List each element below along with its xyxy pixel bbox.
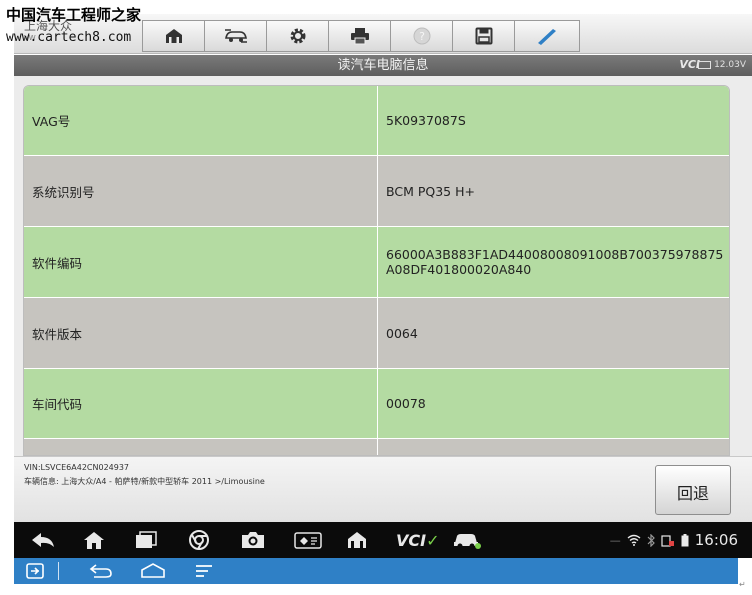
vci-icon: VCI✓ bbox=[396, 530, 440, 550]
nav-home-button[interactable] bbox=[82, 529, 106, 551]
autel-home-app[interactable] bbox=[346, 529, 368, 551]
settings-button[interactable] bbox=[266, 20, 328, 52]
car-app[interactable] bbox=[452, 529, 482, 551]
back-icon bbox=[89, 564, 112, 578]
help-button[interactable]: ? bbox=[390, 20, 452, 52]
row-key: 车间代码 bbox=[24, 369, 378, 438]
menu-icon bbox=[196, 565, 212, 577]
car-icon bbox=[454, 534, 481, 549]
row-value: 0064 bbox=[378, 298, 729, 368]
battery-icon bbox=[681, 533, 689, 546]
home-outline-icon bbox=[141, 563, 165, 578]
voltage-value: 12.03V bbox=[714, 60, 746, 70]
watermark-site-name: 中国汽车工程师之家 bbox=[6, 6, 142, 24]
signal-icon bbox=[661, 534, 674, 547]
nav-recent-button[interactable] bbox=[134, 529, 158, 551]
system-bar bbox=[14, 558, 738, 584]
camera-app[interactable] bbox=[240, 529, 266, 551]
row-value: BCM PQ35 H+ bbox=[378, 156, 729, 226]
vehicle-info-panel: VIN:LSVCE6A42CN024937 车辆信息: 上海大众/A4 - 帕萨… bbox=[14, 456, 752, 522]
home-icon bbox=[84, 532, 104, 549]
vehicle-scan-app[interactable] bbox=[294, 529, 322, 551]
back-button[interactable]: 回退 bbox=[655, 465, 731, 515]
android-nav-bar: VCI✓ — 16:06 bbox=[14, 522, 752, 558]
separator bbox=[58, 562, 59, 580]
gear-icon bbox=[290, 28, 305, 44]
vci-status-badge: VCI bbox=[679, 58, 700, 72]
paragraph-mark: ↵ bbox=[739, 580, 746, 589]
vehicle-swap-button[interactable] bbox=[204, 20, 266, 52]
vci-label: VCI bbox=[679, 58, 700, 71]
vehicle-scan-icon bbox=[294, 532, 322, 549]
row-value: 00078 bbox=[378, 369, 729, 438]
pen-icon bbox=[538, 29, 556, 45]
save-icon bbox=[475, 27, 492, 45]
nav-back-button[interactable] bbox=[30, 529, 56, 551]
save-button[interactable] bbox=[452, 20, 514, 52]
table-row: 车间代码 00078 bbox=[24, 369, 729, 439]
vehicle-info-text: 车辆信息: 上海大众/A4 - 帕萨特/新款中型轿车 2011 >/Limous… bbox=[24, 477, 265, 486]
print-button[interactable] bbox=[328, 20, 390, 52]
row-key: 软件版本 bbox=[24, 298, 378, 368]
table-row: VAG号 5K0937087S bbox=[24, 86, 729, 156]
title-bar: 读汽车电脑信息 VCI 12.03V bbox=[14, 55, 752, 76]
bluetooth-icon bbox=[647, 533, 655, 547]
system-menu-button[interactable] bbox=[194, 562, 214, 580]
keyboard-switch-icon bbox=[26, 563, 44, 579]
back-arrow-icon bbox=[32, 533, 54, 547]
toolbar-buttons: ? bbox=[142, 20, 580, 52]
table-row-partial bbox=[24, 439, 729, 455]
svg-text:?: ? bbox=[419, 30, 425, 43]
watermark-url: www.cartech8.com bbox=[6, 30, 132, 45]
row-value bbox=[378, 439, 729, 455]
recent-apps-icon bbox=[136, 531, 157, 548]
system-back-button[interactable] bbox=[88, 562, 114, 580]
row-key: 系统识别号 bbox=[24, 156, 378, 226]
battery-icon bbox=[698, 61, 712, 69]
row-key: VAG号 bbox=[24, 86, 378, 155]
info-table[interactable]: VAG号 5K0937087S 系统识别号 BCM PQ35 H+ 软件编码 6… bbox=[23, 85, 730, 456]
table-row: 系统识别号 BCM PQ35 H+ bbox=[24, 156, 729, 227]
vin-text: VIN:LSVCE6A42CN024937 bbox=[24, 463, 130, 472]
row-key: 软件编码 bbox=[24, 227, 378, 297]
table-row: 软件编码 66000A3B883F1AD44008008091008B70037… bbox=[24, 227, 729, 298]
keyboard-switch-button[interactable] bbox=[26, 562, 44, 580]
row-key bbox=[24, 439, 378, 455]
battery-voltage: 12.03V bbox=[698, 58, 746, 72]
home-icon bbox=[165, 29, 182, 43]
notification-dash-icon: — bbox=[609, 533, 621, 547]
clock: 16:06 bbox=[694, 531, 738, 549]
car-swap-icon bbox=[224, 29, 247, 43]
chrome-icon bbox=[189, 530, 209, 550]
printer-icon bbox=[350, 28, 369, 45]
chrome-app[interactable] bbox=[188, 529, 210, 551]
row-value: 66000A3B883F1AD44008008091008B7003759788… bbox=[378, 227, 729, 297]
table-row: 软件版本 0064 bbox=[24, 298, 729, 369]
edit-button[interactable] bbox=[514, 20, 580, 52]
help-icon: ? bbox=[413, 27, 430, 45]
system-home-button[interactable] bbox=[140, 562, 166, 580]
vci-app[interactable]: VCI✓ bbox=[396, 529, 439, 551]
page-title: 读汽车电脑信息 bbox=[337, 58, 429, 73]
autel-home-icon bbox=[348, 532, 366, 548]
status-area: — 16:06 bbox=[610, 531, 738, 549]
home-button[interactable] bbox=[142, 20, 204, 52]
camera-icon bbox=[242, 532, 264, 548]
row-value: 5K0937087S bbox=[378, 86, 729, 155]
wifi-icon bbox=[627, 534, 641, 546]
